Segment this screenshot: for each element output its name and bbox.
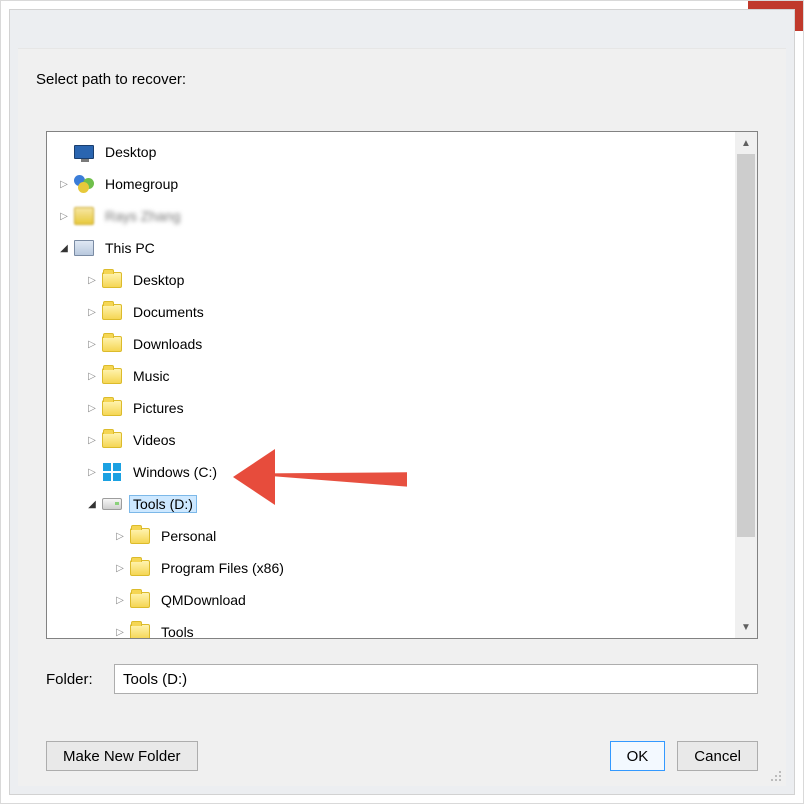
folder-icon: [101, 398, 123, 418]
homegroup-icon: [73, 174, 95, 194]
folder-name-input[interactable]: [114, 664, 758, 694]
tree-item[interactable]: ▷ Program Files (x86): [47, 552, 735, 584]
scrollbar[interactable]: ▲ ▼: [735, 132, 757, 638]
cancel-button[interactable]: Cancel: [677, 741, 758, 771]
tree-item-label: Desktop: [101, 143, 160, 161]
tree-item[interactable]: Desktop: [47, 136, 735, 168]
dialog-body: Select path to recover: Desktop ▷ Homegrou…: [18, 48, 786, 786]
windows-drive-icon: [101, 462, 123, 482]
drive-icon: [101, 494, 123, 514]
folder-icon: [101, 430, 123, 450]
expand-icon[interactable]: ▷: [57, 209, 71, 223]
folder-icon: [101, 270, 123, 290]
tree-item[interactable]: ▷ Personal: [47, 520, 735, 552]
tree-item-label: Desktop: [129, 271, 188, 289]
tree-item-label: Music: [129, 367, 174, 385]
expand-icon[interactable]: ▷: [85, 369, 99, 383]
tree-item[interactable]: ◢ Tools (D:): [47, 488, 735, 520]
expand-icon[interactable]: ▷: [113, 561, 127, 575]
ok-button[interactable]: OK: [610, 741, 666, 771]
tree-item-label: Documents: [129, 303, 208, 321]
tree-item-label: Videos: [129, 431, 180, 449]
browse-folder-dialog: Browse For Folder ✕ Select path to recov…: [0, 0, 804, 804]
folder-field-label: Folder:: [46, 671, 114, 688]
tree-item-label: Personal: [157, 527, 220, 545]
tree-item[interactable]: ▷ Homegroup: [47, 168, 735, 200]
tree-item[interactable]: ▷ Tools: [47, 616, 735, 638]
folder-tree[interactable]: Desktop ▷ Homegroup ▷ Rays Zhang ◢ This PC ▷ Des…: [47, 132, 735, 638]
tree-item[interactable]: ▷ Windows (C:): [47, 456, 735, 488]
tree-item[interactable]: ▷ Desktop: [47, 264, 735, 296]
folder-icon: [129, 526, 151, 546]
folder-tree-container: Desktop ▷ Homegroup ▷ Rays Zhang ◢ This PC ▷ Des…: [46, 131, 758, 639]
desktop-icon: [73, 142, 95, 162]
tree-item-label: This PC: [101, 239, 159, 257]
tree-item[interactable]: ▷ Documents: [47, 296, 735, 328]
this-pc-icon: [73, 238, 95, 258]
expand-icon[interactable]: ▷: [57, 177, 71, 191]
tree-item[interactable]: ▷ Videos: [47, 424, 735, 456]
tree-item-label: QMDownload: [157, 591, 250, 609]
user-folder-icon: [73, 206, 95, 226]
expander-placeholder: [57, 145, 71, 159]
tree-item-label: Tools: [157, 623, 198, 638]
expand-icon[interactable]: ▷: [113, 625, 127, 638]
resize-grip[interactable]: [770, 770, 782, 782]
tree-item[interactable]: ▷ Downloads: [47, 328, 735, 360]
scroll-up-button[interactable]: ▲: [735, 132, 757, 154]
expand-icon[interactable]: ▷: [85, 305, 99, 319]
tree-item-label: Downloads: [129, 335, 206, 353]
tree-item-label: Pictures: [129, 399, 188, 417]
folder-icon: [101, 302, 123, 322]
scroll-track[interactable]: [735, 154, 757, 616]
folder-icon: [129, 622, 151, 638]
tree-item-label: Tools (D:): [129, 495, 197, 513]
button-row: Make New Folder OK Cancel: [46, 740, 758, 772]
expand-icon[interactable]: ▷: [113, 529, 127, 543]
prompt-label: Select path to recover:: [36, 71, 186, 88]
tree-item[interactable]: ◢ This PC: [47, 232, 735, 264]
expand-icon[interactable]: ▷: [85, 273, 99, 287]
tree-item[interactable]: ▷ QMDownload: [47, 584, 735, 616]
tree-item[interactable]: ▷ Pictures: [47, 392, 735, 424]
expand-icon[interactable]: ▷: [85, 433, 99, 447]
expand-icon[interactable]: ▷: [85, 465, 99, 479]
tree-item-label: Windows (C:): [129, 463, 221, 481]
collapse-icon[interactable]: ◢: [85, 497, 99, 511]
folder-icon: [101, 366, 123, 386]
tree-item-label: Program Files (x86): [157, 559, 288, 577]
expand-icon[interactable]: ▷: [85, 337, 99, 351]
folder-icon: [129, 558, 151, 578]
tree-item-label: Homegroup: [101, 175, 182, 193]
scroll-thumb[interactable]: [737, 154, 755, 537]
tree-item[interactable]: ▷ Rays Zhang: [47, 200, 735, 232]
dialog-body-frame: Select path to recover: Desktop ▷ Homegrou…: [9, 9, 795, 795]
expand-icon[interactable]: ▷: [113, 593, 127, 607]
folder-field-row: Folder:: [46, 663, 758, 695]
folder-icon: [129, 590, 151, 610]
tree-item-label: Rays Zhang: [101, 207, 184, 225]
folder-icon: [101, 334, 123, 354]
make-new-folder-button[interactable]: Make New Folder: [46, 741, 198, 771]
tree-item[interactable]: ▷ Music: [47, 360, 735, 392]
scroll-down-button[interactable]: ▼: [735, 616, 757, 638]
collapse-icon[interactable]: ◢: [57, 241, 71, 255]
expand-icon[interactable]: ▷: [85, 401, 99, 415]
